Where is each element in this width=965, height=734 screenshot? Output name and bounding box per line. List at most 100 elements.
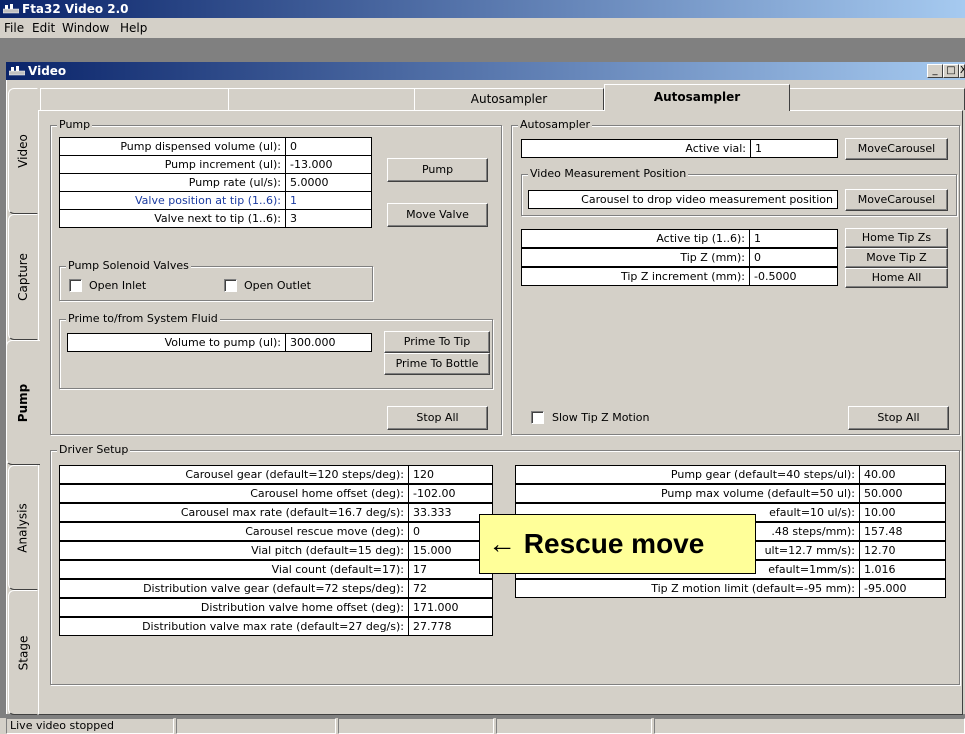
child-title-bar: Video [6,62,965,80]
tab-stage-label: Stage [16,635,30,670]
status-text: Live video stopped [6,718,174,734]
tip-z-slow-rate-field[interactable]: 1.016 [860,560,946,579]
pump-rate-label: Pump rate (ul/s): [59,173,286,192]
child-icon [9,66,25,76]
carousel-home-offset-label: Carousel home offset (deg): [59,484,409,503]
open-inlet-checkbox[interactable] [69,279,82,292]
valve-position-field[interactable]: 1 [286,191,372,210]
tab-video[interactable]: Video [8,88,38,214]
tip-z-increment-field[interactable]: -0.5000 [750,267,838,286]
vial-pitch-label: Vial pitch (default=15 deg): [59,541,409,560]
pump-max-volume-field[interactable]: 50.000 [860,484,946,503]
minimize-button[interactable]: _ [927,64,943,78]
dist-valve-max-rate-label: Distribution valve max rate (default=27 … [59,617,409,636]
tip-z-motion-limit-field[interactable]: -95.000 [860,579,946,598]
tab-capture[interactable]: Capture [8,214,38,340]
volume-to-pump-field[interactable]: 300.000 [286,333,372,352]
menu-file[interactable]: File [4,18,24,38]
tab-autosampler[interactable]: Autosampler [604,84,790,111]
dist-valve-home-field[interactable]: 171.000 [409,598,493,617]
maximize-button[interactable]: □ [943,64,959,78]
move-valve-button[interactable]: Move Valve [387,203,488,227]
valve-next-field[interactable]: 3 [286,209,372,228]
pump-increment-label: Pump increment (ul): [59,155,286,174]
close-button[interactable]: X [959,64,965,78]
home-all-button[interactable]: Home All [845,268,948,288]
carousel-drop-label: Carousel to drop video measurement posit… [528,190,838,209]
tab-3[interactable]: Autosampler [414,88,604,110]
menu-window[interactable]: Window [62,18,109,38]
active-tip-field[interactable]: 1 [750,229,838,248]
tip-z-gear-field[interactable]: 157.48 [860,522,946,541]
pump-button[interactable]: Pump [387,158,488,182]
move-carousel-video-button[interactable]: MoveCarousel [845,189,948,211]
tab-capture-label: Capture [16,253,30,301]
menu-help[interactable]: Help [120,18,147,38]
tab-video-label: Video [16,134,30,168]
dist-valve-gear-label: Distribution valve gear (default=72 step… [59,579,409,598]
open-outlet-checkbox[interactable] [224,279,237,292]
tab-2[interactable] [228,88,416,110]
dist-valve-max-rate-field[interactable]: 27.778 [409,617,493,636]
app-icon [3,4,19,14]
prime-to-bottle-button[interactable]: Prime To Bottle [384,353,490,375]
open-inlet-label: Open Inlet [89,279,147,292]
tip-z-max-rate-field[interactable]: 12.70 [860,541,946,560]
move-tip-z-button[interactable]: Move Tip Z [845,248,948,268]
volume-to-pump-label: Volume to pump (ul): [67,333,286,352]
active-tip-label: Active tip (1..6): [521,229,750,248]
carousel-gear-field[interactable]: 120 [409,465,493,484]
prime-to-tip-button[interactable]: Prime To Tip [384,331,490,353]
vial-count-label: Vial count (default=17): [59,560,409,579]
app-title-bar: Fta32 Video 2.0 [0,0,965,18]
tab-analysis-label: Analysis [16,502,31,553]
menu-bar: File Edit Window Help [0,18,965,38]
video-position-group-title: Video Measurement Position [528,167,689,180]
status-panel-5 [654,718,965,734]
valve-next-label: Valve next to tip (1..6): [59,209,286,228]
prime-group-title: Prime to/from System Fluid [66,312,220,325]
move-carousel-button[interactable]: MoveCarousel [845,138,948,160]
tip-z-field[interactable]: 0 [750,248,838,267]
dist-valve-home-label: Distribution valve home offset (deg): [59,598,409,617]
tab-pump[interactable]: Pump [6,340,40,465]
solenoid-group-title: Pump Solenoid Valves [66,259,191,272]
pump-dispensed-label: Pump dispensed volume (ul): [59,137,286,156]
slow-tip-z-checkbox[interactable] [531,411,544,424]
tip-z-motion-limit-label: Tip Z motion limit (default=-95 mm): [515,579,860,598]
tab-4[interactable] [788,88,965,110]
home-tip-zs-button[interactable]: Home Tip Zs [845,228,948,248]
pump-rate-field[interactable]: 5.0000 [286,173,372,192]
status-panel-3 [338,718,494,734]
autosampler-group-title: Autosampler [518,118,593,131]
pump-increment-field[interactable]: -13.000 [286,155,372,174]
carousel-home-offset-field[interactable]: -102.00 [409,484,493,503]
pump-stop-all-button[interactable]: Stop All [387,406,488,430]
pump-gear-field[interactable]: 40.00 [860,465,946,484]
valve-position-label: Valve position at tip (1..6): [59,191,286,210]
status-panel-4 [496,718,652,734]
tip-z-increment-label: Tip Z increment (mm): [521,267,750,286]
carousel-max-rate-label: Carousel max rate (default=16.7 deg/s): [59,503,409,522]
autosampler-stop-all-button[interactable]: Stop All [848,406,949,430]
tab-1[interactable] [40,88,230,110]
tab-stage[interactable]: Stage [8,590,38,715]
carousel-gear-label: Carousel gear (default=120 steps/deg): [59,465,409,484]
open-outlet-label: Open Outlet [244,279,311,292]
dist-valve-gear-field[interactable]: 72 [409,579,493,598]
pump-gear-label: Pump gear (default=40 steps/ul): [515,465,860,484]
slow-tip-z-label: Slow Tip Z Motion [552,411,650,424]
menu-edit[interactable]: Edit [32,18,55,38]
pump-group-title: Pump [57,118,93,131]
driver-setup-title: Driver Setup [57,443,131,456]
tab-analysis[interactable]: Analysis [8,465,38,590]
pump-max-volume-label: Pump max volume (default=50 ul): [515,484,860,503]
tip-z-label: Tip Z (mm): [521,248,750,267]
rescue-move-callout: ← Rescue move [479,514,756,574]
pump-dispensed-field[interactable]: 0 [286,137,372,156]
tab-pump-label: Pump [16,383,31,422]
active-vial-field[interactable]: 1 [751,139,838,158]
pump-max-rate-field[interactable]: 10.00 [860,503,946,522]
active-vial-label: Active vial: [521,139,751,158]
status-panel-2 [176,718,336,734]
